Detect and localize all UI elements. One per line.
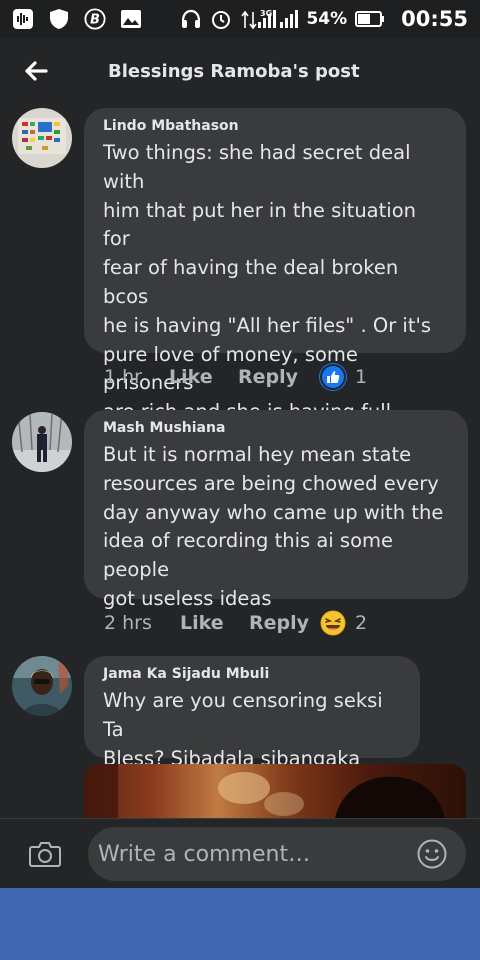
post-header: Blessings Ramoba's post — [0, 38, 480, 104]
avatar[interactable] — [12, 412, 72, 472]
reply-button[interactable]: Reply — [249, 612, 320, 634]
waveform-icon — [12, 8, 34, 30]
laughing-reaction-icon[interactable] — [320, 610, 346, 636]
thumbs-up-reaction-icon[interactable] — [320, 364, 346, 390]
reaction-count[interactable]: 1 — [355, 366, 367, 388]
battery-icon — [355, 8, 385, 30]
avatar[interactable] — [12, 108, 72, 168]
battery-percent: 54% — [306, 9, 348, 29]
svg-text:B: B — [90, 13, 100, 28]
comment-bubble: Mash Mushiana But it is normal hey mean … — [84, 410, 468, 610]
comment-actions: 2 hrs Like Reply 2 — [104, 610, 367, 636]
comment-composer — [0, 818, 480, 888]
comment-input[interactable] — [98, 841, 398, 867]
back-button[interactable] — [0, 38, 72, 104]
status-bar: B 3G 54% 00:55 — [0, 0, 480, 38]
emoji-icon — [417, 839, 447, 869]
camera-button[interactable] — [0, 819, 90, 889]
comment-text: But it is normal hey mean state resource… — [103, 443, 444, 610]
image-icon — [120, 8, 142, 30]
emoji-button[interactable] — [416, 838, 448, 870]
system-nav-bar — [0, 888, 480, 960]
back-arrow-icon — [25, 61, 48, 81]
network-type-label: 3G — [260, 9, 272, 18]
comment-text: Why are you censoring seksi Ta Bless? Si… — [103, 689, 383, 770]
shield-icon — [48, 8, 70, 30]
reaction-count[interactable]: 2 — [355, 612, 367, 634]
headphones-icon — [180, 8, 202, 30]
signal-icon: 3G — [240, 8, 299, 30]
comment-author[interactable]: Lindo Mbathason — [103, 118, 446, 134]
b-badge-icon: B — [84, 8, 106, 30]
alarm-icon — [210, 8, 232, 30]
comment-time: 2 hrs — [104, 612, 152, 634]
avatar[interactable] — [12, 656, 72, 716]
comment-bubble: Lindo Mbathason Two things: she had secr… — [84, 108, 466, 481]
comment-author[interactable]: Mash Mushiana — [103, 420, 448, 436]
comment-time: 1 hr — [104, 366, 142, 388]
comment-bubble: Jama Ka Sijadu Mbuli Why are you censori… — [84, 656, 420, 770]
status-time: 00:55 — [401, 7, 468, 31]
comment-author[interactable]: Jama Ka Sijadu Mbuli — [103, 666, 400, 682]
comment-input-container[interactable] — [88, 827, 466, 881]
like-button[interactable]: Like — [169, 366, 238, 388]
page-title: Blessings Ramoba's post — [108, 60, 360, 82]
comment-image[interactable] — [84, 764, 466, 818]
like-button[interactable]: Like — [180, 612, 249, 634]
reply-button[interactable]: Reply — [238, 366, 320, 388]
camera-icon — [29, 841, 61, 867]
comments-feed[interactable]: Lindo Mbathason Two things: she had secr… — [0, 104, 480, 818]
comment-actions: 1 hr Like Reply 1 — [104, 364, 367, 390]
